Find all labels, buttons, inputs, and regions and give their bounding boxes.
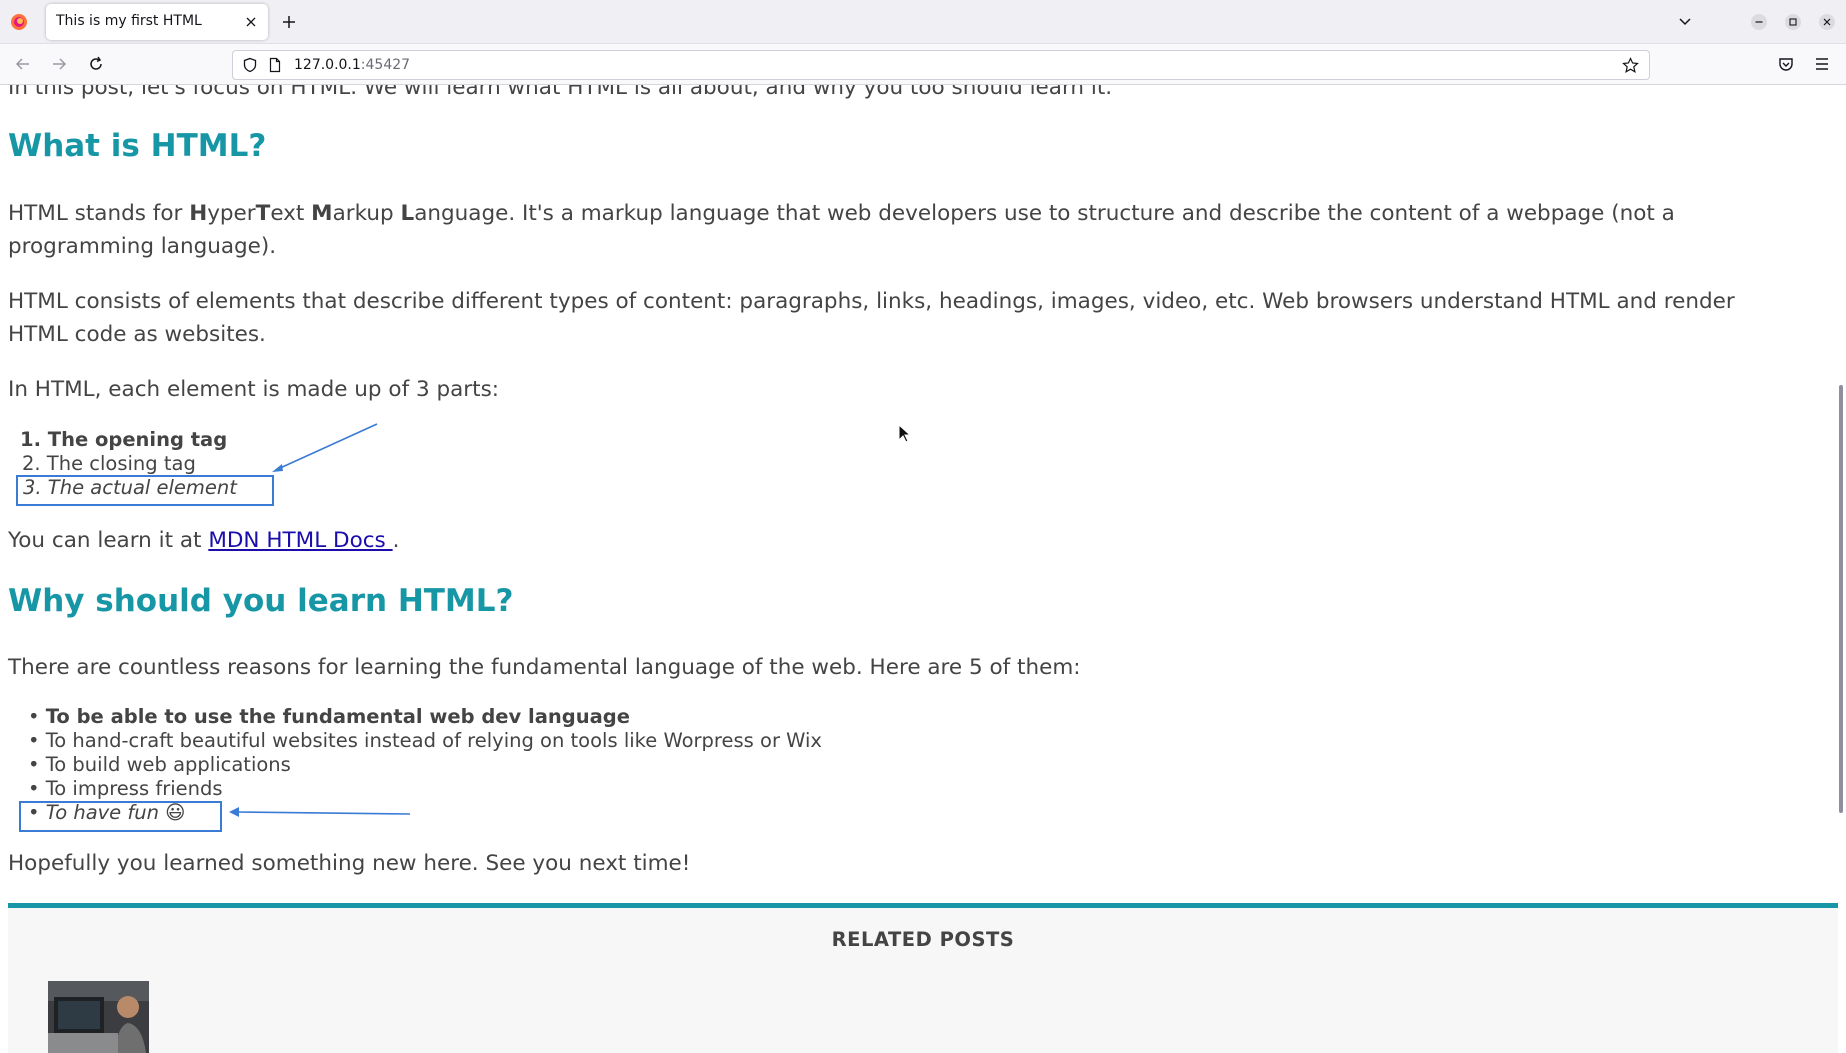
- mouse-cursor-icon: [898, 424, 912, 443]
- url-host: 127.0.0.1: [294, 57, 361, 73]
- tab-active[interactable]: This is my first HTML: [46, 4, 268, 40]
- firefox-logo-icon: [11, 14, 27, 30]
- tab-bar: This is my first HTML: [0, 0, 1846, 44]
- page-info-icon[interactable]: [267, 57, 283, 73]
- pocket-icon[interactable]: [1776, 54, 1796, 74]
- scrollbar[interactable]: [1834, 85, 1846, 1053]
- arrow-line: [235, 811, 411, 815]
- url-text[interactable]: 127.0.0.1:45427: [294, 57, 410, 73]
- close-tab-icon[interactable]: [242, 13, 260, 31]
- scrollbar-thumb[interactable]: [1839, 385, 1843, 813]
- close-window-icon[interactable]: [1818, 13, 1836, 31]
- minimize-icon[interactable]: [1750, 13, 1768, 31]
- back-icon[interactable]: [13, 54, 33, 74]
- forward-icon[interactable]: [49, 54, 69, 74]
- restore-icon[interactable]: [1784, 13, 1802, 31]
- new-tab-icon[interactable]: [280, 13, 298, 31]
- menu-icon[interactable]: [1812, 54, 1832, 74]
- thumbnail-image: [48, 981, 149, 1053]
- related-post-thumbnail[interactable]: [48, 981, 149, 1053]
- navigation-bar: 127.0.0.1:45427: [0, 44, 1846, 85]
- bookmark-star-icon[interactable]: [1622, 57, 1639, 74]
- chevron-down-icon[interactable]: [1676, 13, 1694, 31]
- tab-title: This is my first HTML: [56, 13, 202, 29]
- reload-icon[interactable]: [86, 54, 106, 74]
- arrow-head: [272, 464, 283, 472]
- related-posts-section: RELATED POSTS: [8, 908, 1838, 1053]
- shield-icon[interactable]: [242, 57, 258, 73]
- address-bar[interactable]: 127.0.0.1:45427: [232, 50, 1650, 80]
- url-port: :45427: [360, 57, 411, 73]
- arrow-head: [229, 807, 239, 817]
- arrow-line: [277, 423, 378, 470]
- page-viewport: In this post, let's focus on HTML. We wi…: [0, 85, 1846, 1053]
- related-posts-title: RELATED POSTS: [831, 928, 1015, 951]
